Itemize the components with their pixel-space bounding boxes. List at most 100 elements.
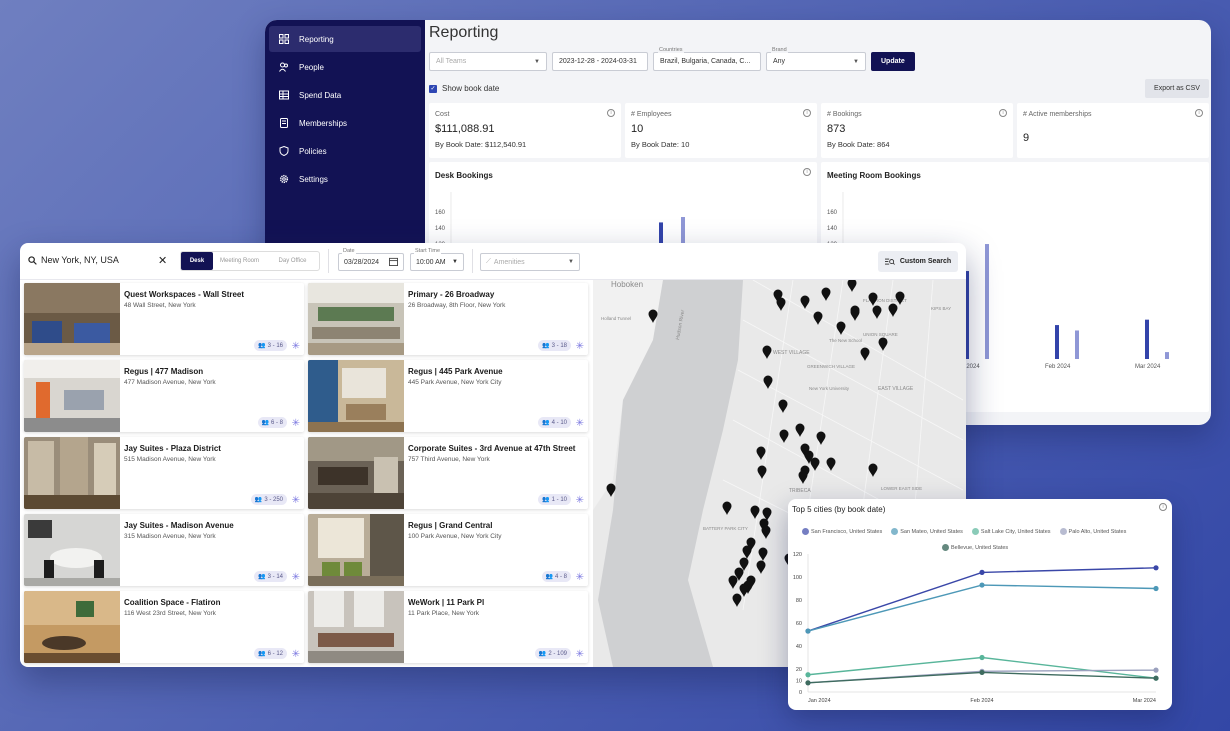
list-item[interactable]: Coalition Space - Flatiron 116 West 23rd… — [24, 591, 304, 663]
sparkle-icon: ✳ — [575, 418, 584, 429]
listing-address: 116 West 23rd Street, New York — [124, 610, 216, 617]
capacity-badge: 👥 3 - 250 — [250, 494, 287, 505]
chevron-down-icon: ▼ — [568, 259, 574, 265]
capacity-value: 6 - 8 — [270, 419, 283, 426]
list-item[interactable]: Corporate Suites - 3rd Avenue at 47th St… — [308, 437, 588, 509]
capacity-value: 4 - 10 — [551, 419, 567, 426]
custom-search-button[interactable]: Custom Search — [878, 251, 958, 272]
date-value: 03/28/2024 — [344, 258, 380, 266]
series-line — [807, 584, 1157, 632]
list-item[interactable]: Regus | 445 Park Avenue 445 Park Avenue,… — [308, 360, 588, 432]
people-icon: 👥 — [545, 574, 553, 580]
x-tick-label: Mar 2024 — [1133, 698, 1156, 704]
brand-select[interactable]: Brand Any ▼ — [766, 47, 866, 71]
sidebar-item-reporting[interactable]: Reporting — [269, 26, 421, 52]
sparkle-icon: ✳ — [575, 341, 584, 352]
data-point — [979, 569, 985, 575]
start-time-select[interactable]: Start Time 10:00 AM ▼ — [410, 248, 464, 271]
stat-sub: By Book Date: $112,540.91 — [435, 140, 527, 149]
y-tick-label: 160 — [435, 210, 446, 216]
stat-card-employees: # Employees 10 By Book Date: 10 i — [625, 103, 817, 158]
start-time-value: 10:00 AM — [416, 258, 446, 266]
listing-address: 26 Broadway, 8th Floor, New York — [408, 302, 506, 309]
countries-label: Countries — [658, 47, 684, 53]
sparkle-icon: ✳ — [291, 418, 300, 429]
sidebar-item-settings[interactable]: Settings — [269, 166, 421, 192]
list-item[interactable]: Jay Suites - Plaza District 515 Madison … — [24, 437, 304, 509]
sidebar-item-spend-data[interactable]: Spend Data — [269, 82, 421, 108]
tab-meeting-room[interactable]: Meeting Room — [213, 252, 266, 270]
capacity-badge: 👥 3 - 14 — [254, 571, 287, 582]
countries-select[interactable]: Countries Brazil, Bulgaria, Canada, C... — [653, 47, 761, 71]
list-item[interactable]: Regus | Grand Central 100 Park Avenue, N… — [308, 514, 588, 586]
location-input[interactable]: New York, NY, USA — [28, 255, 119, 265]
listing-photo — [308, 591, 404, 663]
list-item[interactable]: Primary - 26 Broadway 26 Broadway, 8th F… — [308, 283, 588, 355]
info-icon[interactable]: i — [1195, 109, 1203, 117]
date-range-field[interactable]: 2023-12-28 - 2024-03-31 — [552, 52, 648, 71]
listing-address: 100 Park Avenue, New York City — [408, 533, 502, 540]
bar — [1055, 325, 1059, 359]
info-icon[interactable]: i — [803, 109, 811, 117]
location-value: New York, NY, USA — [41, 255, 119, 265]
list-item[interactable]: Quest Workspaces - Wall Street 48 Wall S… — [24, 283, 304, 355]
listing-photo — [24, 514, 120, 586]
y-tick-label: 20 — [796, 667, 802, 673]
check-icon: ✓ — [429, 84, 437, 93]
capacity-badge: 👥 4 - 8 — [541, 571, 571, 582]
map-label: TRIBECA — [789, 488, 811, 494]
listing-address: 757 Third Avenue, New York — [408, 456, 490, 463]
page-title: Reporting — [429, 24, 499, 41]
stat-value: 9 — [1023, 132, 1030, 144]
date-label: Date — [342, 248, 356, 254]
capacity-badge: 👥 6 - 8 — [257, 417, 287, 428]
sparkle-icon: ✳ — [575, 649, 584, 660]
start-time-label: Start Time — [414, 248, 442, 254]
table-icon — [279, 90, 289, 100]
search-icon — [28, 255, 37, 265]
y-tick-label: 140 — [435, 226, 446, 232]
people-icon: 👥 — [538, 651, 547, 657]
clear-location-icon[interactable]: ✕ — [158, 254, 167, 267]
capacity-value: 1 - 10 — [551, 496, 567, 503]
data-point — [805, 680, 811, 686]
people-icon: 👥 — [542, 343, 550, 349]
brand-value: Any — [773, 58, 786, 65]
date-field[interactable]: Date 03/28/2024 — [338, 248, 404, 271]
brand-label: Brand — [771, 47, 788, 53]
y-tick-label: 160 — [827, 210, 838, 216]
list-item[interactable]: Jay Suites - Madison Avenue 315 Madison … — [24, 514, 304, 586]
countries-value: Brazil, Bulgaria, Canada, C... — [660, 58, 751, 65]
sparkle-icon: ✳ — [291, 572, 300, 583]
tab-day-office[interactable]: Day Office — [266, 252, 319, 270]
sidebar-item-label: Memberships — [299, 118, 348, 128]
stat-value: 873 — [827, 123, 846, 135]
people-icon: 👥 — [254, 497, 263, 503]
teams-select[interactable]: All Teams ▼ — [429, 52, 547, 71]
map-label: New York University — [809, 386, 850, 391]
sidebar-item-people[interactable]: People — [269, 54, 421, 80]
show-book-date-checkbox[interactable]: ✓ Show book date — [429, 84, 499, 93]
amenities-select[interactable]: ⟋ Amenities ▼ — [480, 253, 580, 271]
stat-value: 10 — [631, 123, 644, 135]
top-cities-line-chart: 0 10 20 40 60 80 100 120 Jan 2024 Feb 2024 Mar 202… — [793, 552, 1159, 704]
update-button[interactable]: Update — [871, 52, 915, 71]
capacity-badge: 👥 6 - 12 — [254, 648, 287, 659]
list-item[interactable]: WeWork | 11 Park Pl 11 Park Place, New Y… — [308, 591, 588, 663]
sidebar-item-memberships[interactable]: Memberships — [269, 110, 421, 136]
export-csv-button[interactable]: Export as CSV — [1145, 79, 1209, 98]
sparkle-icon: ✳ — [575, 572, 584, 583]
listing-photo — [308, 283, 404, 355]
sidebar-item-policies[interactable]: Policies — [269, 138, 421, 164]
bar — [1145, 319, 1149, 359]
capacity-value: 3 - 18 — [551, 342, 567, 349]
tab-desk[interactable]: Desk — [181, 252, 213, 270]
capacity-value: 3 - 16 — [267, 342, 283, 349]
info-icon[interactable]: i — [607, 109, 615, 117]
data-point — [979, 669, 985, 676]
filter-bar: All Teams ▼ 2023-12-28 - 2024-03-31 Coun… — [429, 47, 915, 71]
list-item[interactable]: Regus | 477 Madison 477 Madison Avenue, … — [24, 360, 304, 432]
info-icon[interactable]: i — [999, 109, 1007, 117]
capacity-badge: 👥 2 - 109 — [534, 648, 571, 659]
stat-value: $111,088.91 — [435, 123, 495, 135]
